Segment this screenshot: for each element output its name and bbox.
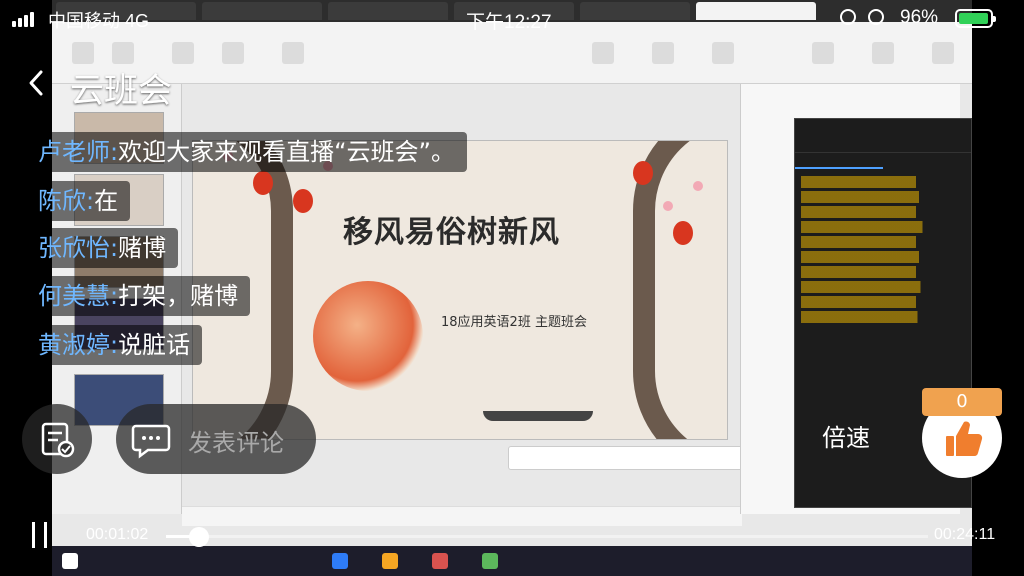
chinese-window-frame bbox=[633, 141, 727, 439]
interaction-panel-header bbox=[795, 119, 971, 133]
battery-icon bbox=[955, 9, 996, 28]
video-player-bar: 00:01:02 00:24:11 bbox=[0, 516, 1024, 556]
ppt-ribbon-icon bbox=[222, 42, 244, 64]
carrier-label: 中国移动 4G bbox=[48, 11, 150, 31]
slide-title: 移风易俗树新风 bbox=[343, 215, 560, 250]
presentation-slide: 移风易俗树新风 18应用英语2班 主题班会 bbox=[192, 140, 728, 440]
ppt-ribbon-icon bbox=[282, 42, 304, 64]
comment-author: 何美慧: bbox=[38, 282, 119, 310]
ppt-ribbon-icon bbox=[172, 42, 194, 64]
back-button[interactable] bbox=[26, 68, 50, 100]
ppt-ribbon-icon bbox=[652, 42, 674, 64]
comment-placeholder: 发表评论 bbox=[188, 429, 284, 457]
message-line bbox=[801, 191, 965, 203]
interaction-panel-stats bbox=[795, 133, 971, 153]
live-comment: 何美慧:打架，赌博 bbox=[28, 276, 251, 316]
message-line bbox=[801, 281, 965, 293]
document-check-icon bbox=[41, 422, 75, 458]
interaction-panel-tabs bbox=[795, 153, 971, 169]
ppt-ribbon-icon bbox=[72, 42, 94, 64]
ppt-ribbon-icon bbox=[872, 42, 894, 64]
message-line bbox=[801, 311, 965, 323]
slide-quick-tools bbox=[508, 446, 778, 470]
comment-text: 赌博 bbox=[118, 234, 167, 262]
comment-bubble-icon bbox=[131, 424, 171, 459]
playback-speed-button[interactable]: 倍速 bbox=[806, 416, 886, 460]
alarm-icon bbox=[868, 9, 884, 25]
chevron-left-icon bbox=[29, 70, 43, 96]
pause-button[interactable] bbox=[30, 522, 50, 548]
battery-tip bbox=[993, 16, 996, 22]
live-comment: 张欣怡:赌博 bbox=[28, 228, 179, 268]
boat-illustration bbox=[483, 411, 593, 421]
lantern-icon bbox=[293, 189, 313, 213]
lantern-icon bbox=[253, 171, 273, 195]
message-line bbox=[801, 206, 965, 218]
ppt-ribbon-icon bbox=[932, 42, 954, 64]
clock: 下午12:27 bbox=[466, 12, 552, 33]
battery-fill bbox=[959, 13, 988, 24]
comment-author: 卢老师: bbox=[38, 138, 119, 166]
blossom-icon bbox=[693, 181, 703, 191]
lantern-icon bbox=[673, 221, 693, 245]
lantern-icon bbox=[633, 161, 653, 185]
live-comment: 卢老师:欢迎大家来观看直播“云班会”。 bbox=[28, 132, 467, 172]
live-comment: 陈欣:在 bbox=[28, 181, 131, 221]
like-count-badge: 0 bbox=[922, 388, 1002, 416]
total-time: 00:24:11 bbox=[934, 526, 996, 543]
phone-status-bar: 中国移动 4G 下午12:27 96% bbox=[0, 0, 1024, 36]
ppt-ribbon-icon bbox=[812, 42, 834, 64]
comment-author: 张欣怡: bbox=[38, 234, 119, 262]
page-title: 云班会 bbox=[70, 71, 172, 111]
progress-track[interactable] bbox=[166, 527, 928, 547]
message-line bbox=[801, 176, 965, 188]
message-line bbox=[801, 296, 965, 308]
slide-subtitle: 18应用英语2班 主题班会 bbox=[441, 315, 587, 330]
current-time: 00:01:02 bbox=[86, 526, 149, 543]
comment-text: 在 bbox=[94, 187, 119, 215]
blossom-icon bbox=[663, 201, 673, 211]
ppt-ribbon-icon bbox=[712, 42, 734, 64]
message-line bbox=[801, 221, 965, 233]
interaction-message-list bbox=[795, 169, 971, 323]
message-line bbox=[801, 266, 965, 278]
comment-input[interactable]: 发表评论 bbox=[116, 404, 316, 474]
document-button[interactable] bbox=[22, 404, 92, 474]
progress-scrubber[interactable] bbox=[188, 527, 209, 547]
ppt-ribbon-icon bbox=[112, 42, 134, 64]
interaction-tab-members bbox=[883, 153, 971, 169]
message-line bbox=[801, 251, 965, 263]
comment-text: 说脏话 bbox=[118, 331, 191, 359]
ppt-ribbon-icon bbox=[592, 42, 614, 64]
comment-author: 陈欣: bbox=[38, 187, 95, 215]
message-line bbox=[801, 236, 965, 248]
fan-illustration bbox=[313, 281, 423, 391]
comment-author: 黄淑婷: bbox=[38, 331, 119, 359]
comment-text: 欢迎大家来观看直播“云班会”。 bbox=[118, 138, 455, 166]
battery-percentage: 96% bbox=[900, 7, 939, 28]
orientation-lock-icon bbox=[840, 9, 856, 25]
comment-text: 打架，赌博 bbox=[118, 282, 239, 310]
live-comment: 黄淑婷:说脏话 bbox=[28, 325, 203, 365]
interaction-tab-messages bbox=[795, 153, 883, 169]
